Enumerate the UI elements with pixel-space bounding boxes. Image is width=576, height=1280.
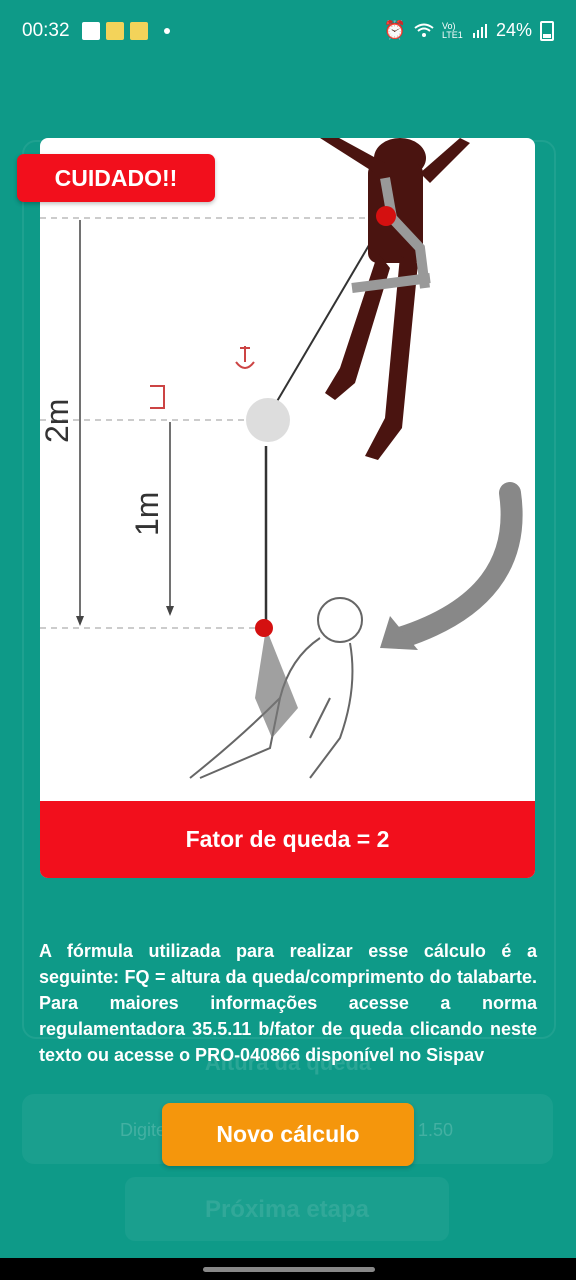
app-notification-icon — [106, 22, 124, 40]
background-input-placeholder: Digite — [120, 1120, 167, 1140]
signal-label: Vo) LTE1 — [441, 20, 463, 40]
wifi-icon — [414, 23, 434, 37]
status-time: 00:32 — [22, 20, 70, 41]
home-gesture-handle[interactable] — [203, 1267, 375, 1272]
system-icons: ⏰ Vo) LTE1 24% — [384, 20, 554, 41]
lanyard-height-label: 1m — [129, 492, 165, 536]
total-height-label: 2m — [40, 399, 75, 443]
signal-icon — [472, 23, 487, 38]
background-input-value: 1.50 — [418, 1120, 454, 1140]
alarm-icon: ⏰ — [383, 20, 406, 40]
background-next-label: Próxima etapa — [204, 1196, 370, 1223]
status-bar: 00:32 ⏰ Vo) LTE1 24% — [0, 0, 576, 64]
notification-icons — [82, 22, 170, 40]
new-calculation-button[interactable]: Novo cálculo — [162, 1103, 414, 1166]
fall-factor-result: Fator de queda = 2 — [40, 801, 535, 878]
battery-percent: 24% — [495, 20, 532, 40]
more-notifications-icon — [164, 28, 170, 34]
app-notification-icon — [130, 22, 148, 40]
formula-info-link[interactable]: A fórmula utilizada para realizar esse c… — [39, 938, 537, 1068]
fall-factor-dialog: 2m 1m Fator de queda = 2 — [40, 138, 535, 878]
battery-icon — [540, 20, 554, 41]
warning-badge: CUIDADO!! — [17, 154, 215, 202]
fall-factor-illustration: 2m 1m — [40, 138, 523, 779]
image-notification-icon — [82, 22, 100, 40]
